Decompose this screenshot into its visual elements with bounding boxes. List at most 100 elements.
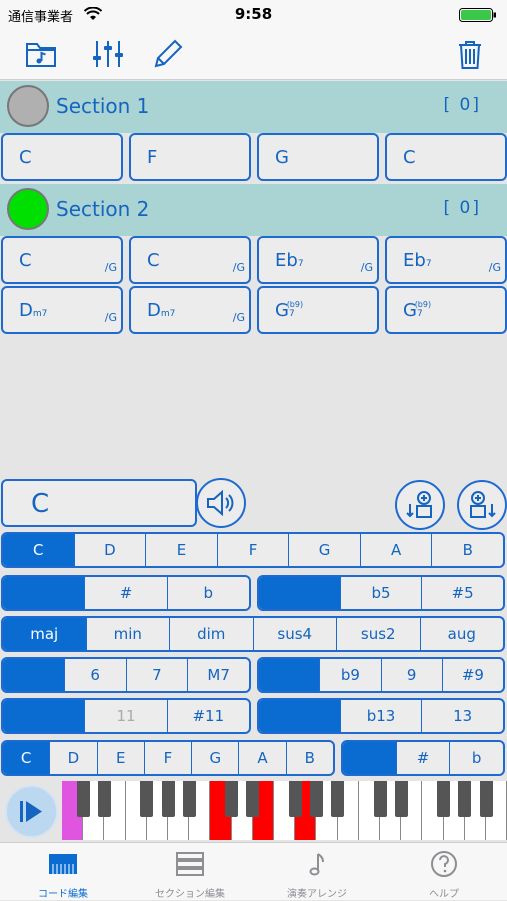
black-key[interactable] (394, 781, 408, 817)
black-key[interactable] (331, 781, 345, 817)
chord-bass: /G (232, 311, 245, 324)
play-button[interactable] (5, 785, 58, 838)
tab-help[interactable]: ヘルプ (381, 843, 507, 901)
bass-option[interactable]: A (239, 742, 287, 774)
thirteenth-none-option[interactable] (259, 700, 341, 732)
root-option[interactable]: A (361, 534, 433, 566)
list-icon (176, 852, 204, 876)
chord-cell[interactable]: Eb7/G (257, 236, 379, 284)
tab-label: セクション編集 (155, 889, 225, 900)
ninth-none-option[interactable] (259, 659, 321, 691)
chord-root: G (275, 147, 289, 168)
chord-cell[interactable]: Dm7/G (129, 286, 251, 334)
bass-option[interactable]: E (98, 742, 145, 774)
speaker-button[interactable] (196, 478, 246, 528)
ninth-option[interactable]: #9 (443, 659, 503, 691)
seventh-option[interactable]: 7 (127, 659, 189, 691)
speaker-icon (207, 489, 234, 517)
black-key[interactable] (479, 781, 493, 817)
root-option[interactable]: D (75, 534, 147, 566)
thirteenth-option[interactable]: 13 (422, 700, 503, 732)
black-key[interactable] (246, 781, 260, 817)
section-count: [ 0] (443, 198, 481, 218)
sharp-option[interactable]: # (85, 577, 168, 609)
chord-cell[interactable]: G7(b9) (385, 286, 507, 334)
ninth-option[interactable]: b9 (320, 659, 382, 691)
eleventh-option[interactable]: 11 (85, 700, 168, 732)
tab-chord-edit[interactable]: コード編集 (0, 843, 126, 901)
sharp-five-option[interactable]: #5 (422, 577, 503, 609)
black-key[interactable] (309, 781, 323, 817)
black-key[interactable] (373, 781, 387, 817)
bass-option[interactable]: B (287, 742, 333, 774)
insert-chord-above-button[interactable] (395, 480, 445, 530)
quality-option[interactable]: maj (3, 618, 87, 650)
seventh-none-option[interactable] (3, 659, 65, 691)
black-key[interactable] (458, 781, 472, 817)
root-option[interactable]: C (3, 534, 75, 566)
seventh-option[interactable]: 6 (65, 659, 127, 691)
quality-option[interactable]: dim (170, 618, 254, 650)
ninth-option[interactable]: 9 (382, 659, 443, 691)
eleventh-none-option[interactable] (3, 700, 86, 732)
root-option[interactable]: F (218, 534, 290, 566)
bass-flat-option[interactable]: b (450, 742, 503, 774)
chord-cell[interactable]: C/G (129, 236, 251, 284)
bass-option[interactable]: D (50, 742, 98, 774)
flat-option[interactable]: b (168, 577, 249, 609)
fifth-none-option[interactable] (259, 577, 341, 609)
chord-cell[interactable]: C (1, 133, 123, 181)
seventh-option[interactable]: M7 (188, 659, 249, 691)
chord-cell[interactable]: F (129, 133, 251, 181)
chord-bass: /G (104, 311, 117, 324)
current-chord-display[interactable]: C (1, 479, 197, 527)
black-key[interactable] (76, 781, 90, 817)
chord-root: Dm7 (19, 300, 48, 321)
section-2-header[interactable]: Section 2 [ 0] (0, 184, 507, 236)
bass-option[interactable]: G (192, 742, 240, 774)
bass-accidental-none-option[interactable] (343, 742, 397, 774)
section-color-indicator[interactable] (7, 188, 49, 230)
chord-cell[interactable]: Eb7/G (385, 236, 507, 284)
insert-chord-below-button[interactable] (457, 480, 507, 530)
black-key[interactable] (182, 781, 196, 817)
bass-option[interactable]: C (3, 742, 51, 774)
tab-bar: コード編集 セクション編集 演奏アレンジ ヘルプ (0, 842, 507, 900)
play-icon (20, 801, 42, 822)
accidental-none-option[interactable] (3, 577, 86, 609)
tab-performance-arrange[interactable]: 演奏アレンジ (254, 843, 380, 901)
section-title: Section 2 (56, 197, 150, 221)
quality-option[interactable]: sus4 (254, 618, 337, 650)
section-color-indicator[interactable] (7, 85, 49, 127)
chord-cell[interactable]: Dm7/G (1, 286, 123, 334)
root-option[interactable]: G (289, 534, 361, 566)
piano-keyboard[interactable] (62, 781, 507, 840)
quality-option[interactable]: sus2 (337, 618, 421, 650)
sliders-icon[interactable] (90, 36, 126, 72)
black-key[interactable] (97, 781, 111, 817)
quality-option[interactable]: aug (421, 618, 504, 650)
tab-section-edit[interactable]: セクション編集 (127, 843, 253, 901)
black-key[interactable] (161, 781, 175, 817)
chord-cell[interactable]: G (257, 133, 379, 181)
chord-cell[interactable]: G7(b9) (257, 286, 379, 334)
black-key[interactable] (437, 781, 451, 817)
section-1-header[interactable]: Section 1 [ 0] (0, 81, 507, 133)
thirteenth-option[interactable]: b13 (341, 700, 423, 732)
chord-cell[interactable]: C/G (1, 236, 123, 284)
eleventh-option[interactable]: #11 (168, 700, 249, 732)
root-option[interactable]: B (432, 534, 503, 566)
black-key[interactable] (225, 781, 239, 817)
bass-sharp-option[interactable]: # (397, 742, 451, 774)
flat-five-option[interactable]: b5 (341, 577, 423, 609)
root-option[interactable]: E (146, 534, 218, 566)
black-key[interactable] (140, 781, 154, 817)
chord-cell[interactable]: C (385, 133, 507, 181)
bass-option[interactable]: F (145, 742, 193, 774)
music-folder-icon[interactable] (23, 36, 59, 72)
quality-option[interactable]: min (87, 618, 170, 650)
pencil-icon[interactable] (150, 36, 186, 72)
chord-root: G7(b9) (275, 300, 304, 321)
black-key[interactable] (288, 781, 302, 817)
trash-icon[interactable] (452, 36, 488, 72)
